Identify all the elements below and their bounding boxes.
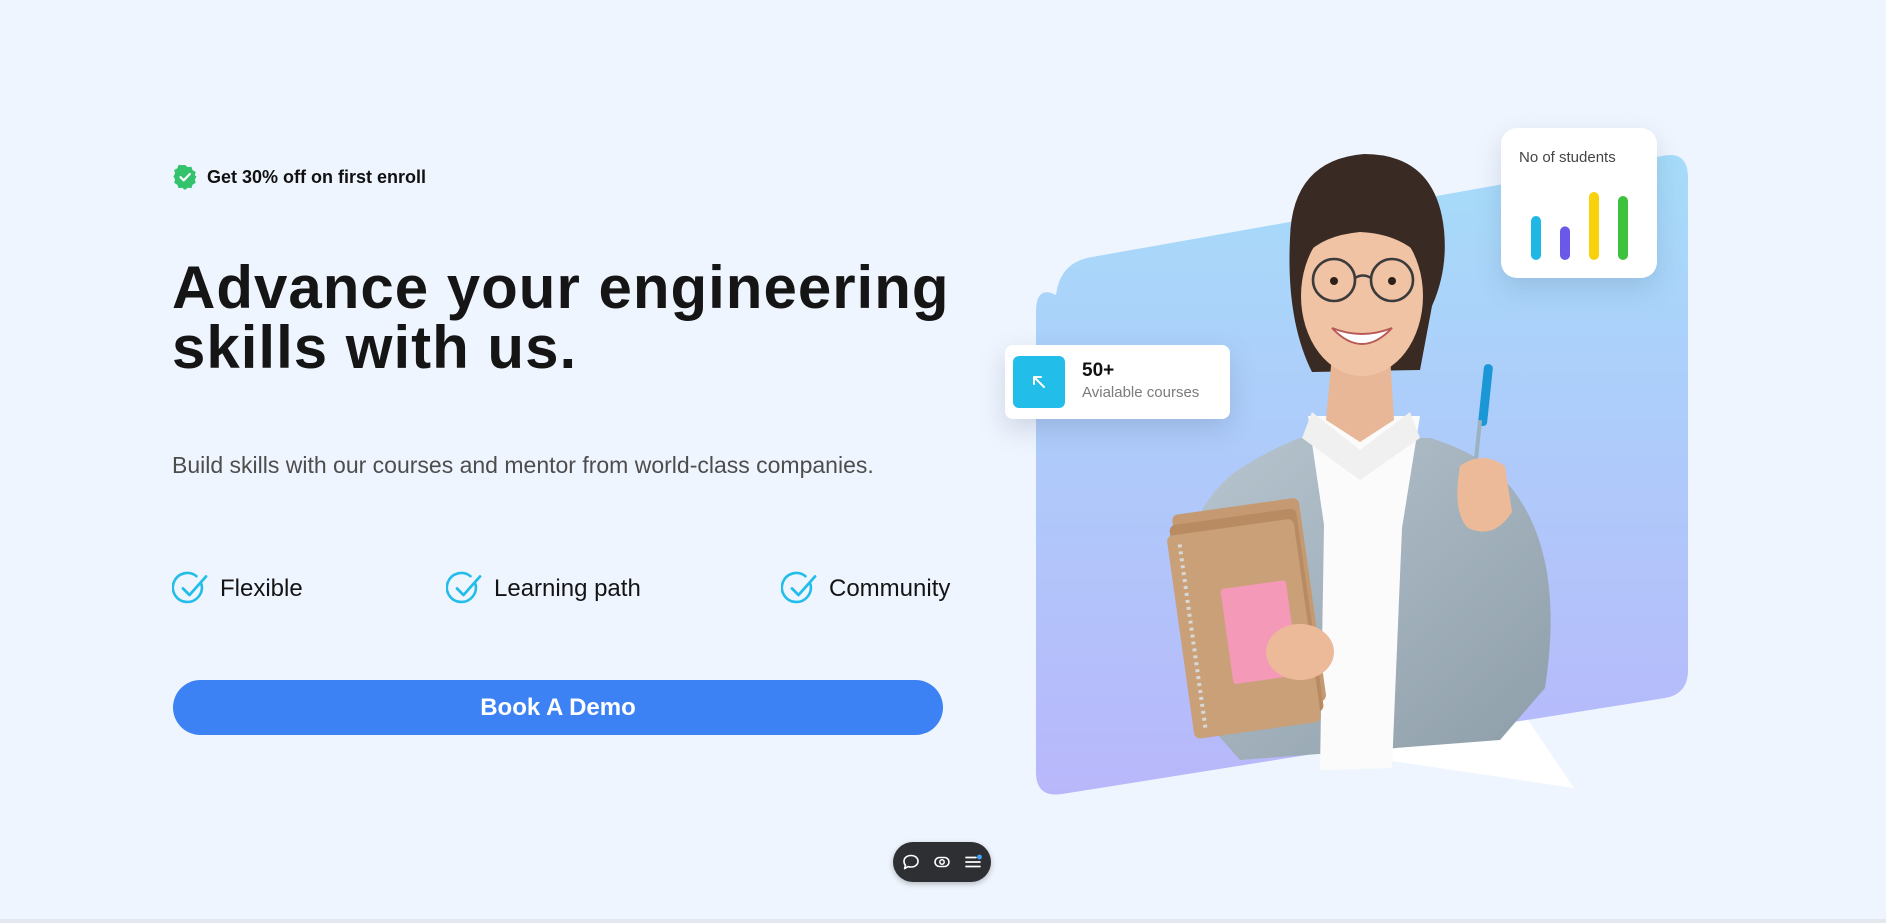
feature-label: Flexible (220, 575, 303, 602)
check-circle-icon (446, 571, 482, 604)
feature-flexible: Flexible (172, 570, 303, 608)
courses-label: Avialable courses (1082, 384, 1200, 401)
students-title: No of students (1519, 149, 1616, 166)
feature-label: Community (829, 575, 951, 602)
page-title: Advance your engineering skills with us. (172, 258, 992, 378)
floating-toolbar (893, 842, 991, 882)
eye-icon (934, 856, 950, 868)
page-bottom-divider (0, 919, 1886, 923)
students-bar (1589, 192, 1599, 260)
students-bar (1531, 216, 1541, 260)
feature-label: Learning path (494, 575, 641, 602)
students-bar-chart (1531, 192, 1628, 260)
verified-badge-icon (173, 164, 197, 190)
courses-count: 50+ (1082, 360, 1115, 381)
hero-description: Build skills with our courses and mentor… (172, 452, 874, 478)
check-circle-icon (172, 571, 208, 604)
students-bar (1560, 226, 1570, 260)
promo-text: Get 30% off on first enroll (207, 166, 427, 187)
students-stat-card: No of students (1501, 128, 1657, 278)
students-bar (1618, 196, 1628, 260)
menu-icon (965, 854, 982, 868)
arrow-up-left-icon (1033, 376, 1045, 388)
courses-icon-tile (1013, 356, 1065, 408)
comment-icon (903, 854, 919, 870)
menu-button[interactable] (961, 850, 985, 874)
headline-line-1: Advance your engineering (172, 254, 950, 321)
feature-community: Community (781, 570, 950, 608)
comment-button[interactable] (899, 850, 923, 874)
promo-badge: Get 30% off on first enroll (172, 164, 426, 190)
preview-button[interactable] (930, 850, 954, 874)
headline-line-2: skills with us. (172, 314, 578, 381)
check-circle-icon (781, 571, 817, 604)
courses-stat-card: 50+ Avialable courses (1005, 345, 1230, 419)
book-demo-button[interactable]: Book A Demo (173, 680, 943, 735)
feature-learning-path: Learning path (446, 570, 641, 608)
